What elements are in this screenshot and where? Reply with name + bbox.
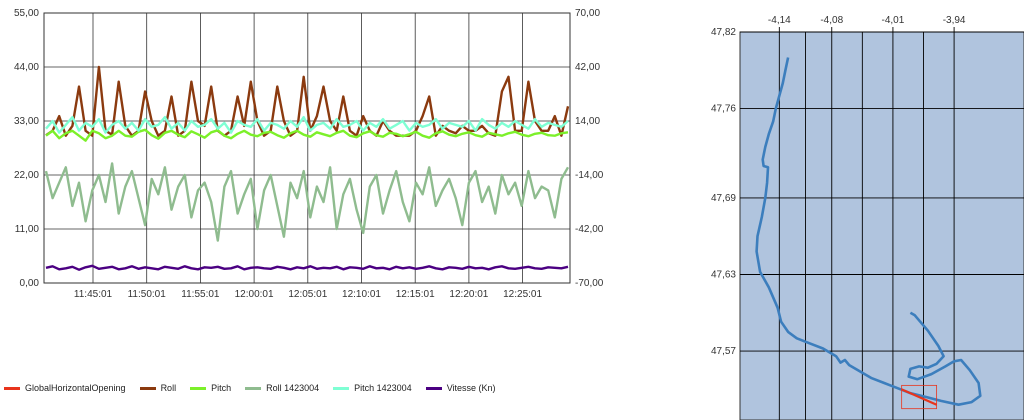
x-tick: 12:25:01 xyxy=(503,289,542,300)
legend-swatch xyxy=(190,386,207,390)
legend-label: Vitesse (Kn) xyxy=(446,383,496,393)
map-y-tick: 47,57 xyxy=(711,346,736,357)
right-y-tick: -42,00 xyxy=(575,224,604,235)
right-y-tick: -70,00 xyxy=(575,278,604,289)
time-series-chart: 0,00 11,00 22,00 33,00 44,00 55,00 -70,00 -42,… xyxy=(14,8,604,300)
legend-swatch xyxy=(245,386,262,390)
map-y-tick: 47,82 xyxy=(711,27,736,38)
x-tick: 12:15:01 xyxy=(396,289,435,300)
x-tick: 12:05:01 xyxy=(288,289,327,300)
legend-item: Vitesse (Kn) xyxy=(425,383,496,393)
left-y-tick: 0,00 xyxy=(20,278,40,289)
plot-area xyxy=(43,12,571,284)
map-y-axis-ticks: 47,82 47,76 47,69 47,63 47,57 xyxy=(711,27,736,357)
x-tick: 12:20:01 xyxy=(449,289,488,300)
left-y-tick: 33,00 xyxy=(14,116,39,127)
legend-swatch xyxy=(425,386,442,390)
legend-swatch xyxy=(139,386,156,390)
chart-legend: GlobalHorizontalOpening Roll Pitch Roll 142… xyxy=(4,380,510,396)
right-y-tick: 70,00 xyxy=(575,8,600,19)
legend-item: Roll xyxy=(139,383,177,393)
left-y-tick: 44,00 xyxy=(14,62,39,73)
right-y-tick: 42,00 xyxy=(575,62,600,73)
x-tick: 11:55:01 xyxy=(181,289,220,300)
legend-label: Roll xyxy=(160,383,177,393)
legend-item: GlobalHorizontalOpening xyxy=(4,383,126,393)
x-tick: 12:00:01 xyxy=(235,289,274,300)
legend-item: Roll 1423004 xyxy=(245,383,319,393)
map-x-tick: -4,08 xyxy=(820,15,843,26)
map-area xyxy=(739,31,1024,420)
map-x-tick: -4,01 xyxy=(882,15,905,26)
legend-label: Roll 1423004 xyxy=(266,383,320,393)
legend-item: Pitch xyxy=(190,383,231,393)
x-tick: 12:10:01 xyxy=(342,289,381,300)
map-x-tick: -3,94 xyxy=(943,15,966,26)
x-axis-ticks: 11:45:01 11:50:01 11:55:01 12:00:01 12:05:01… xyxy=(74,289,543,300)
legend-label: Pitch xyxy=(211,383,232,393)
map-x-axis-ticks: -4,14 -4,08 -4,01 -3,94 xyxy=(768,15,966,26)
x-tick: 11:45:01 xyxy=(74,289,113,300)
left-y-tick: 55,00 xyxy=(14,8,39,19)
gps-track-map: -4,14 -4,08 -4,01 -3,94 47,82 47,76 47,69 47,6… xyxy=(711,15,1024,420)
legend-swatch xyxy=(333,386,350,390)
left-y-tick: 22,00 xyxy=(14,170,39,181)
map-y-tick: 47,63 xyxy=(711,270,736,281)
legend-item: Pitch 1423004 xyxy=(333,383,412,393)
legend-label: GlobalHorizontalOpening xyxy=(25,383,126,393)
left-axis-ticks: 0,00 11,00 22,00 33,00 44,00 55,00 xyxy=(14,8,39,289)
right-y-tick: -14,00 xyxy=(575,170,604,181)
right-y-tick: 14,00 xyxy=(575,116,600,127)
legend-swatch xyxy=(4,386,20,390)
x-tick: 11:50:01 xyxy=(128,289,167,300)
map-x-tick: -4,14 xyxy=(768,15,791,26)
legend-label: Pitch 1423004 xyxy=(354,383,412,393)
map-y-tick: 47,69 xyxy=(711,193,736,204)
left-y-tick: 11,00 xyxy=(15,224,40,235)
right-axis-ticks: -70,00 -42,00 -14,00 14,00 42,00 70,00 xyxy=(575,8,604,289)
map-y-tick: 47,76 xyxy=(711,104,736,115)
